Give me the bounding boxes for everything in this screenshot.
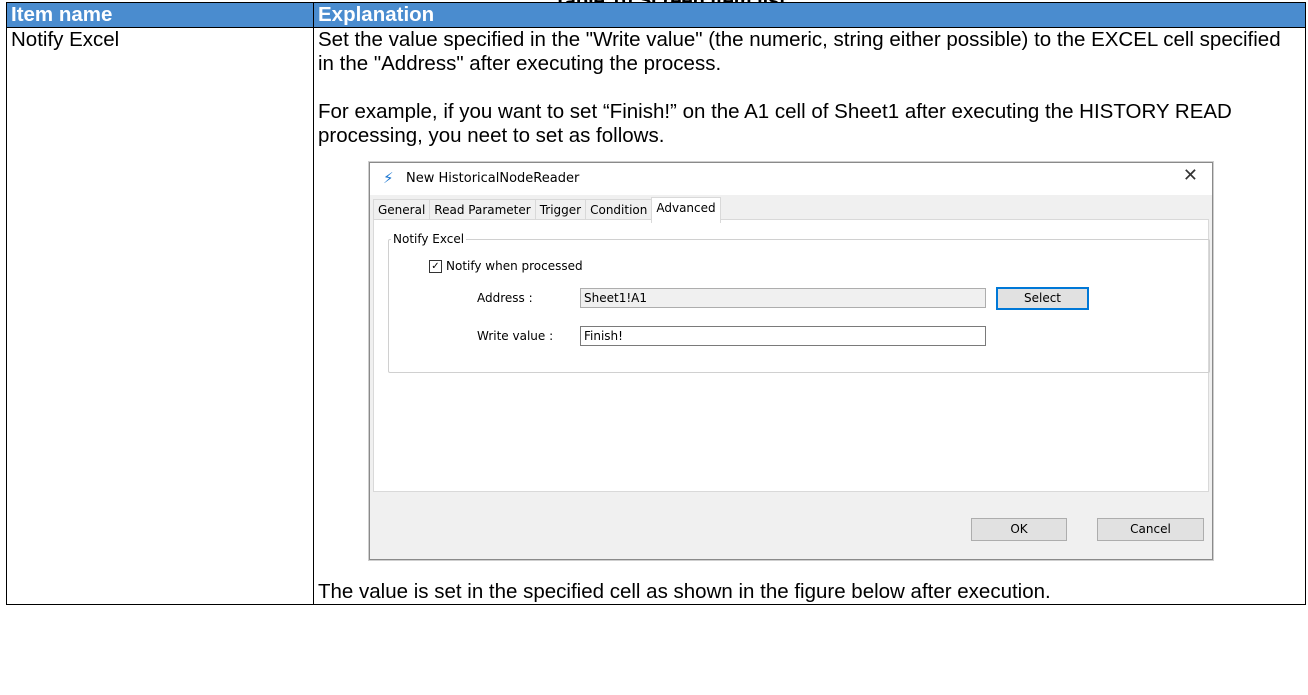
table-header-row: Item name Explanation xyxy=(6,2,1306,28)
dialog-screenshot: ⚡︎ New HistoricalNodeReader ✕ General Re… xyxy=(369,162,1213,560)
explanation-paragraph-3: The value is set in the specified cell a… xyxy=(318,580,1051,603)
notify-excel-group: Notify Excel ✓ Notify when processed Add… xyxy=(388,232,1210,373)
close-icon[interactable]: ✕ xyxy=(1183,167,1198,185)
tab-advanced[interactable]: Advanced xyxy=(651,197,721,223)
address-field[interactable]: Sheet1!A1 xyxy=(580,288,986,308)
screen-item-table: Item name Explanation Notify Excel Set t… xyxy=(6,2,1306,605)
header-item-name: Item name xyxy=(6,2,314,28)
select-button[interactable]: Select xyxy=(996,287,1089,310)
item-name-cell: Notify Excel xyxy=(6,27,314,605)
write-value-label: Write value : xyxy=(477,329,554,343)
write-value-field[interactable]: Finish! xyxy=(580,326,986,346)
address-label: Address : xyxy=(477,291,533,305)
ok-button[interactable]: OK xyxy=(971,518,1067,541)
notify-checkbox-label: Notify when processed xyxy=(446,259,583,273)
tab-panel-advanced: Notify Excel ✓ Notify when processed Add… xyxy=(373,219,1210,492)
explanation-paragraph-1: Set the value specified in the "Write va… xyxy=(318,28,1281,75)
table-row: Notify Excel Set the value specified in … xyxy=(6,27,1306,605)
header-explanation: Explanation xyxy=(313,2,1306,28)
tab-bar: General Read Parameter Trigger Condition… xyxy=(373,197,721,223)
cancel-button[interactable]: Cancel xyxy=(1097,518,1204,541)
group-label: Notify Excel xyxy=(391,232,467,246)
dialog-title: New HistoricalNodeReader xyxy=(406,171,580,186)
dialog-titlebar: ⚡︎ New HistoricalNodeReader ✕ xyxy=(370,163,1212,195)
explanation-cell: Set the value specified in the "Write va… xyxy=(313,27,1306,605)
explanation-paragraph-2: For example, if you want to set “Finish!… xyxy=(318,100,1232,147)
lightning-icon: ⚡︎ xyxy=(383,169,394,187)
notify-checkbox[interactable]: ✓ xyxy=(429,259,442,273)
notify-checkbox-row[interactable]: ✓ Notify when processed xyxy=(429,259,583,273)
